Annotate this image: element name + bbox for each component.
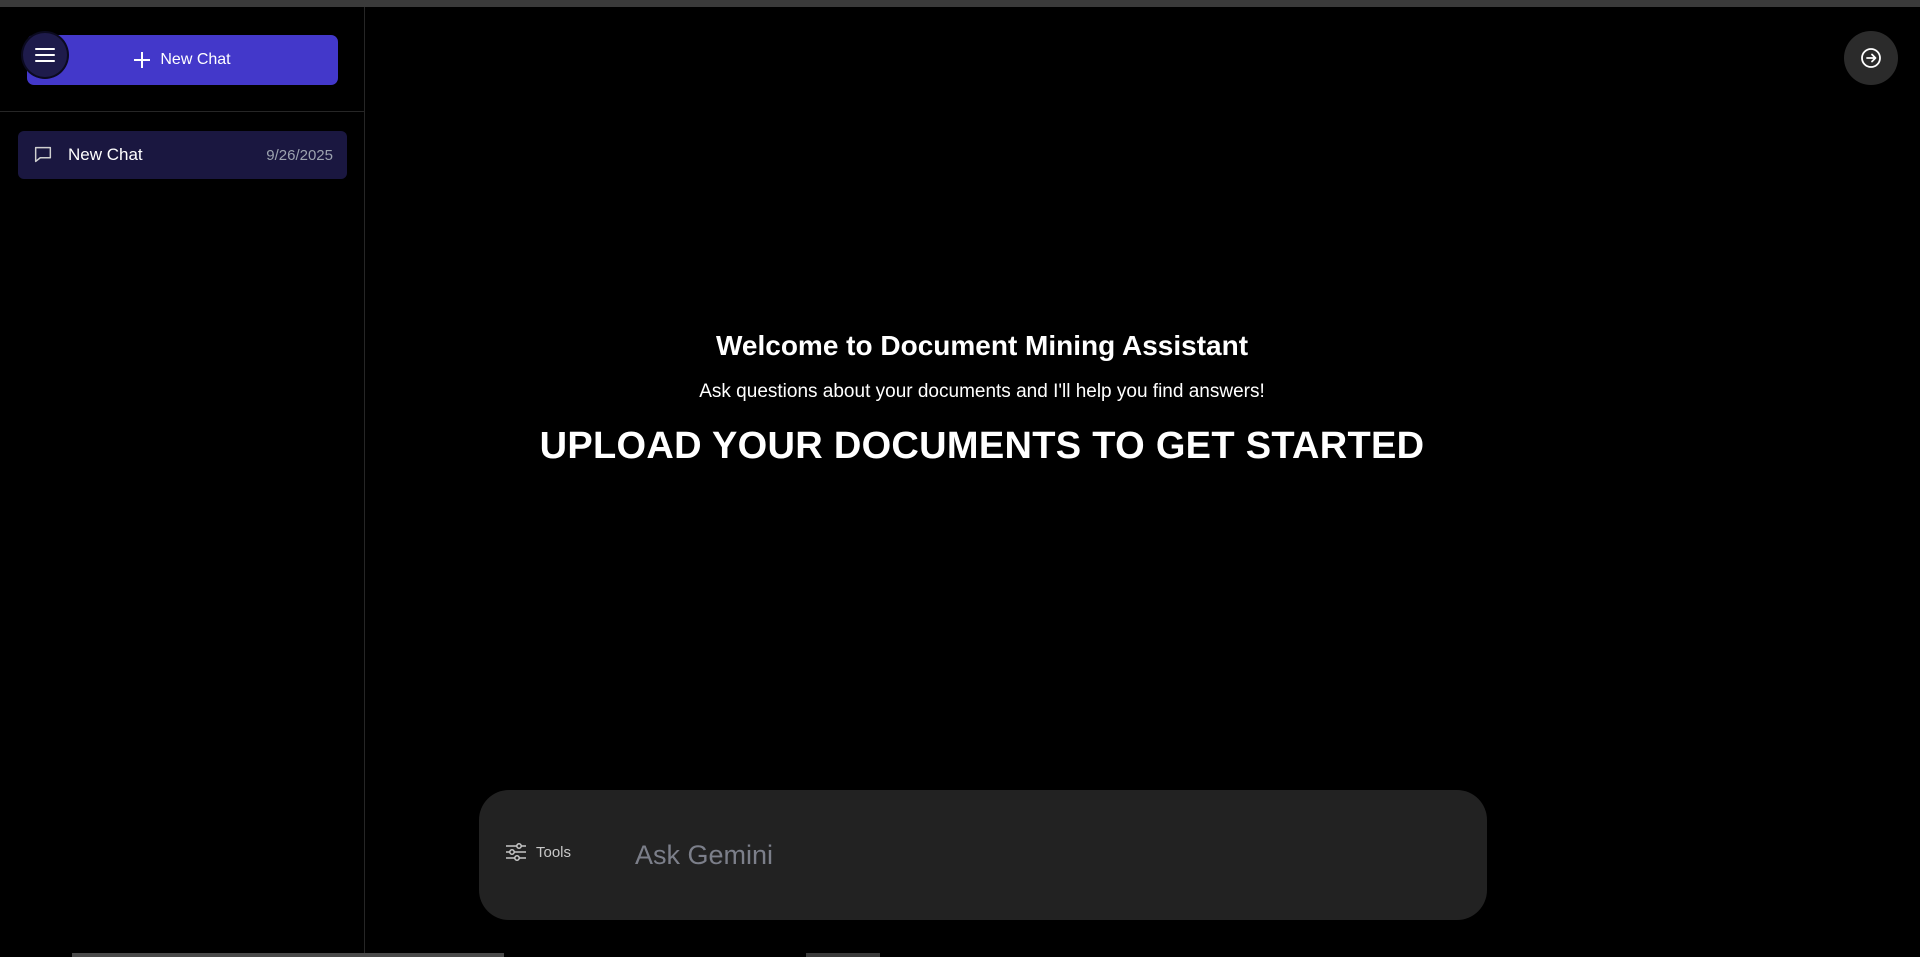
sidebar-header: New Chat <box>0 7 364 112</box>
ask-input[interactable] <box>635 830 1455 880</box>
plus-icon <box>134 52 151 68</box>
tools-label: Tools <box>536 843 572 861</box>
welcome-title: Welcome to Document Mining Assistant <box>715 330 1249 361</box>
horizontal-scrollbar-thumb[interactable] <box>806 953 880 957</box>
logout-button[interactable] <box>1844 31 1898 85</box>
welcome-subtitle: Ask questions about your documents and I… <box>699 381 1265 402</box>
hamburger-menu-icon <box>35 48 55 62</box>
horizontal-scrollbar[interactable] <box>72 953 504 957</box>
new-chat-button[interactable]: New Chat <box>27 35 338 85</box>
menu-toggle-button[interactable] <box>23 33 67 77</box>
sliders-icon <box>506 843 526 861</box>
chat-bubble-icon <box>32 144 54 166</box>
window-top-bar <box>0 0 1920 7</box>
chat-history-item[interactable]: New Chat 9/26/2025 <box>18 131 347 179</box>
chat-input-bar: Tools <box>479 790 1487 920</box>
arrow-circle-right-icon <box>1861 48 1881 68</box>
new-chat-label: New Chat <box>160 51 231 68</box>
tools-button[interactable]: Tools <box>505 842 571 862</box>
sidebar: New Chat New Chat 9/26/2025 <box>0 7 365 957</box>
upload-prompt: UPLOAD YOUR DOCUMENTS TO GET STARTED <box>539 425 1425 467</box>
chat-title: New Chat <box>68 145 143 164</box>
welcome-panel: Welcome to Document Mining Assistant Ask… <box>532 270 1432 468</box>
chat-date: 9/26/2025 <box>266 146 333 164</box>
